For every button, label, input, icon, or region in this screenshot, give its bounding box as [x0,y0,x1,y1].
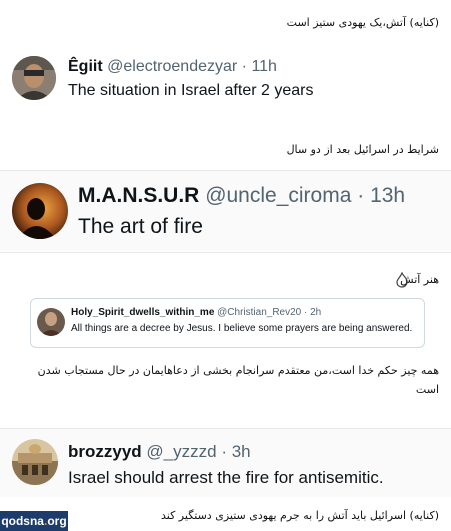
divider [0,252,451,253]
tweet-header: M.A.N.S.U.R @uncle_ciroma · 13h [78,184,405,208]
timestamp[interactable]: · 3h [221,442,250,461]
display-name[interactable]: M.A.N.S.U.R [78,184,199,207]
tweet-header: Êgiit @electroendezyar · 11h [68,58,277,76]
avatar[interactable] [12,183,68,239]
caption-4: همه چیز حکم خدا است،من معتقدم سرانجام بخ… [37,364,439,396]
quoted-tweet[interactable]: Holy_Spirit_dwells_within_me @Christian_… [30,298,425,348]
tweet-card-2: M.A.N.S.U.R @uncle_ciroma · 13h The art … [0,171,451,251]
user-handle[interactable]: @uncle_ciroma [205,184,351,207]
building-photo-icon [12,439,58,485]
display-name[interactable]: Êgiit [68,58,103,75]
site-logo: qodsna.org [0,511,68,531]
person-photo-icon [37,308,65,336]
user-handle[interactable]: @electroendezyar [107,58,237,75]
logo-name: qodsna [1,514,44,528]
tweet-text: The situation in Israel after 2 years [68,82,314,99]
quote-header: Holy_Spirit_dwells_within_me @Christian_… [71,307,321,318]
user-handle[interactable]: @Christian_Rev20 [217,307,301,318]
silhouette-sunset-icon [12,183,68,239]
timestamp[interactable]: · 13h [357,184,405,207]
timestamp[interactable]: · 11h [242,58,277,75]
display-name[interactable]: Holy_Spirit_dwells_within_me [71,307,214,318]
tweet-text: The art of fire [78,215,203,238]
avatar[interactable] [12,56,56,100]
person-photo-icon [12,56,56,100]
avatar[interactable] [12,439,58,485]
tweet-text: Israel should arrest the fire for antise… [68,468,384,487]
caption-2: شرایط در اسرائیل بعد از دو سال [286,143,439,156]
caption-1: (کنایه) آتش،یک یهودی ستیز است [286,16,439,29]
tweet-header: brozzyyd @_yzzzd · 3h [68,442,251,462]
timestamp[interactable]: · 2h [304,307,321,318]
display-name[interactable]: brozzyyd [68,442,142,461]
tweet-card-1: Êgiit @electroendezyar · 11h The situati… [0,44,451,116]
flame-icon [395,271,409,292]
avatar[interactable] [37,308,65,336]
logo-tld: org [47,514,67,528]
tweet-card-3: brozzyyd @_yzzzd · 3h Israel should arre… [0,429,451,497]
caption-5: (کنایه) اسرائیل باید آتش را به جرم یهودی… [160,509,439,522]
user-handle[interactable]: @_yzzzd [146,442,216,461]
quote-text: All things are a decree by Jesus. I beli… [71,323,413,334]
